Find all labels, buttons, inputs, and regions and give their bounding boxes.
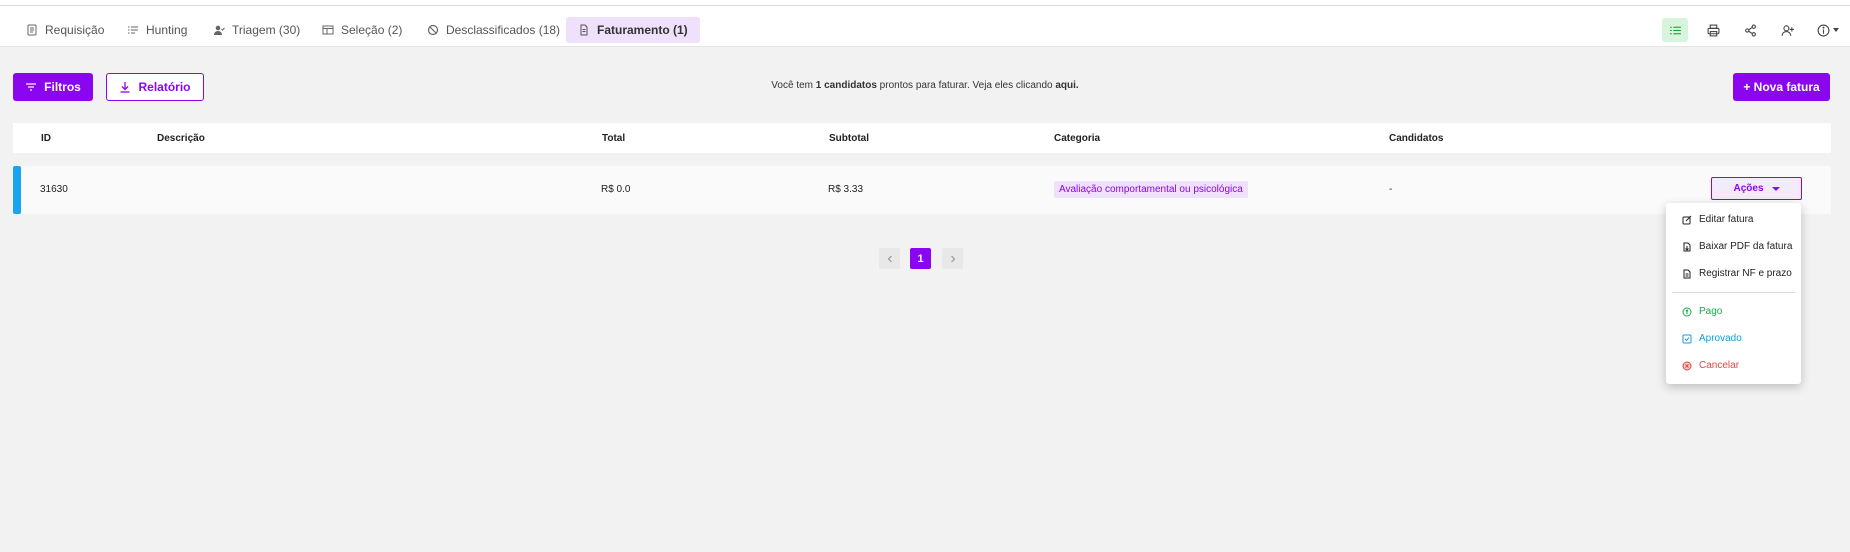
tab-label: Hunting — [146, 23, 188, 37]
caret-down-icon — [1771, 186, 1780, 191]
column-header: Categoria — [1054, 133, 1101, 144]
menu-item-edit-invoice[interactable]: Editar fatura — [1682, 214, 1753, 225]
menu-item-download-pdf[interactable]: Baixar PDF da fatura — [1682, 241, 1792, 252]
tab-desclassificados[interactable]: Desclassificados (18) — [415, 17, 572, 43]
tab-faturamento[interactable]: Faturamento (1) — [566, 17, 700, 43]
notice-text: prontos para faturar. Veja eles clicando — [876, 80, 1056, 91]
pagination-current-page[interactable]: 1 — [910, 248, 931, 269]
tab-label: Faturamento (1) — [597, 23, 688, 37]
menu-item-label: Cancelar — [1699, 360, 1740, 371]
tab-label: Triagem (30) — [232, 23, 301, 37]
approved-icon — [1682, 334, 1692, 343]
actions-label: Ações — [1733, 183, 1764, 194]
checklist-button[interactable] — [1662, 18, 1688, 42]
tab-label: Seleção (2) — [341, 23, 403, 37]
tab-label: Requisição — [45, 23, 105, 37]
column-header: Subtotal — [829, 133, 869, 144]
tab-label: Desclassificados (18) — [446, 23, 561, 37]
tab-triagem[interactable]: Triagem (30) — [201, 17, 312, 43]
invoice-icon — [580, 24, 588, 36]
cancel-icon — [1682, 361, 1692, 370]
new-invoice-button[interactable]: + Nova fatura — [1733, 73, 1830, 101]
column-header: Descrição — [157, 133, 205, 144]
table-row[interactable]: 31630 R$ 0.0 R$ 3.33 Avaliação comportam… — [13, 166, 1831, 214]
info-icon — [1817, 24, 1830, 36]
cell-subtotal: R$ 3.33 — [828, 184, 864, 195]
file-register-icon — [1683, 269, 1691, 278]
cell-candidates: - — [1389, 184, 1393, 195]
new-invoice-label: + Nova fatura — [1743, 80, 1820, 94]
add-user-icon — [1781, 24, 1794, 36]
chevron-left-icon — [887, 255, 892, 262]
pagination-prev[interactable] — [879, 248, 900, 269]
tab-selecao[interactable]: Seleção (2) — [310, 17, 414, 43]
chevron-right-icon — [950, 255, 955, 262]
actions-dropdown-button[interactable]: Ações — [1711, 177, 1802, 200]
share-button[interactable] — [1737, 18, 1763, 42]
notice-link[interactable]: aqui. — [1055, 80, 1078, 91]
pdf-download-icon — [1683, 242, 1691, 251]
notice-count: 1 candidatos — [815, 80, 877, 91]
checklist-icon — [1669, 26, 1681, 34]
chevron-down-icon — [1833, 28, 1839, 32]
tab-bar: Requisição Hunting Triagem (30) Seleção … — [0, 6, 1850, 47]
menu-item-label: Baixar PDF da fatura — [1699, 241, 1793, 252]
column-header: ID — [41, 133, 51, 144]
document-icon — [27, 24, 37, 36]
table-header: ID Descrição Total Subtotal Categoria Ca… — [13, 123, 1831, 153]
user-check-icon — [214, 25, 225, 35]
menu-item-label: Editar fatura — [1699, 214, 1754, 225]
cell-total: R$ 0.0 — [601, 184, 631, 195]
category-badge: Avaliação comportamental ou psicológica — [1054, 181, 1248, 198]
column-header: Total — [602, 133, 626, 144]
menu-item-label: Pago — [1699, 306, 1723, 317]
table-icon — [322, 25, 334, 35]
row-status-accent — [13, 166, 21, 214]
share-icon — [1744, 24, 1756, 36]
ban-icon — [427, 24, 439, 36]
add-user-button[interactable] — [1774, 18, 1800, 42]
cell-id: 31630 — [40, 184, 68, 195]
edit-icon — [1682, 215, 1692, 224]
tab-hunting[interactable]: Hunting — [115, 17, 199, 43]
menu-item-label: Registrar NF e prazo — [1699, 268, 1792, 279]
menu-item-approved[interactable]: Aprovado — [1682, 333, 1742, 344]
tab-requisicao[interactable]: Requisição — [14, 17, 116, 43]
info-menu-button[interactable] — [1811, 18, 1845, 42]
notice-text: Você tem — [771, 80, 816, 91]
menu-item-cancel[interactable]: Cancelar — [1682, 360, 1739, 371]
menu-item-paid[interactable]: Pago — [1682, 306, 1722, 317]
column-header: Candidatos — [1389, 133, 1444, 144]
print-icon — [1707, 24, 1719, 36]
print-button[interactable] — [1700, 18, 1726, 42]
menu-divider — [1672, 292, 1795, 293]
pagination-next[interactable] — [942, 248, 963, 269]
menu-item-label: Aprovado — [1699, 333, 1742, 344]
paid-icon — [1682, 307, 1692, 316]
billing-notice: Você tem 1 candidatos prontos para fatur… — [0, 80, 1850, 91]
list-check-icon — [128, 26, 138, 34]
menu-item-register-nf[interactable]: Registrar NF e prazo — [1682, 268, 1792, 279]
actions-menu: Editar fatura Baixar PDF da fatura Regis… — [1666, 203, 1801, 384]
